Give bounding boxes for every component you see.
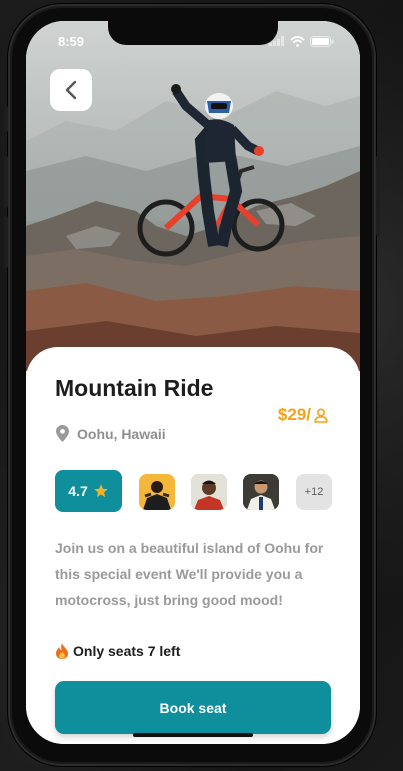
location-label: Oohu, Hawaii <box>77 425 166 442</box>
event-title: Mountain Ride <box>55 375 214 401</box>
attendee-photo <box>243 474 279 510</box>
home-indicator[interactable] <box>133 733 253 737</box>
chevron-left-icon <box>65 80 77 100</box>
attendee-avatar[interactable] <box>243 474 279 510</box>
attendee-avatar[interactable] <box>139 474 175 510</box>
signal-icon <box>269 36 284 46</box>
back-button[interactable] <box>50 69 92 111</box>
price-value: $29/ <box>277 405 311 424</box>
rating-and-attendees: 4.7 +12 <box>55 470 333 512</box>
map-pin-icon <box>56 425 69 442</box>
price-per-person: $29/ <box>278 405 328 425</box>
status-bar: 8:59 <box>26 21 360 61</box>
more-attendees-badge[interactable]: +12 <box>296 474 332 510</box>
rating-badge: 4.7 <box>55 470 122 512</box>
event-details-card: Mountain Ride $29/ Oohu, Hawaii 4.7 +12 … <box>26 347 360 744</box>
rating-value: 4.7 <box>68 483 88 499</box>
seats-label: Only seats 7 left <box>73 643 181 659</box>
wifi-icon <box>290 35 305 47</box>
attendee-photo <box>191 474 227 510</box>
attendee-avatar[interactable] <box>191 474 227 510</box>
status-time: 8:59 <box>58 33 85 49</box>
app-screen: 8:59 Mountain Ride $29/ Oohu, Hawaii 4.7… <box>26 21 360 744</box>
book-seat-button[interactable]: Book seat <box>55 681 331 734</box>
event-location: Oohu, Hawaii <box>56 425 166 442</box>
event-description: Join us on a beautiful island of Oohu fo… <box>55 540 324 608</box>
fire-icon <box>56 643 68 659</box>
person-icon <box>314 407 328 423</box>
attendee-photo <box>139 474 175 510</box>
seats-left: Only seats 7 left <box>55 643 180 659</box>
battery-icon <box>310 35 334 47</box>
star-icon <box>94 484 108 497</box>
